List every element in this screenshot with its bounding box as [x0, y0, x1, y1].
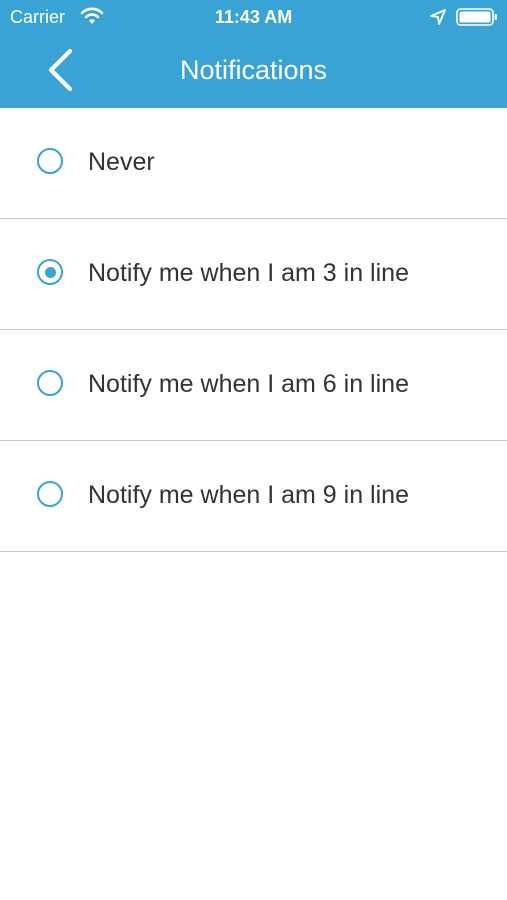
option-notify-3[interactable]: Notify me when I am 3 in line	[0, 219, 507, 330]
option-never[interactable]: Never	[0, 108, 507, 219]
notifications-screen: Carrier 11:43 AM Notifications Never Not…	[0, 0, 507, 900]
option-notify-6[interactable]: Notify me when I am 6 in line	[0, 330, 507, 441]
option-label: Notify me when I am 6 in line	[88, 370, 409, 398]
option-label: Notify me when I am 3 in line	[88, 259, 409, 287]
page-title: Notifications	[179, 55, 328, 85]
option-label: Never	[88, 148, 155, 176]
radio-button[interactable]	[37, 370, 63, 396]
notification-options-list: Never Notify me when I am 3 in line Noti…	[0, 108, 507, 552]
location-arrow-icon	[430, 9, 446, 25]
status-bar: Carrier 11:43 AM	[0, 0, 507, 34]
battery-icon	[456, 7, 498, 27]
option-label: Notify me when I am 9 in line	[88, 481, 409, 509]
radio-button[interactable]	[37, 481, 63, 507]
option-notify-9[interactable]: Notify me when I am 9 in line	[0, 441, 507, 552]
header: Carrier 11:43 AM Notifications	[0, 0, 507, 108]
radio-button[interactable]	[37, 259, 63, 285]
radio-button[interactable]	[37, 148, 63, 174]
